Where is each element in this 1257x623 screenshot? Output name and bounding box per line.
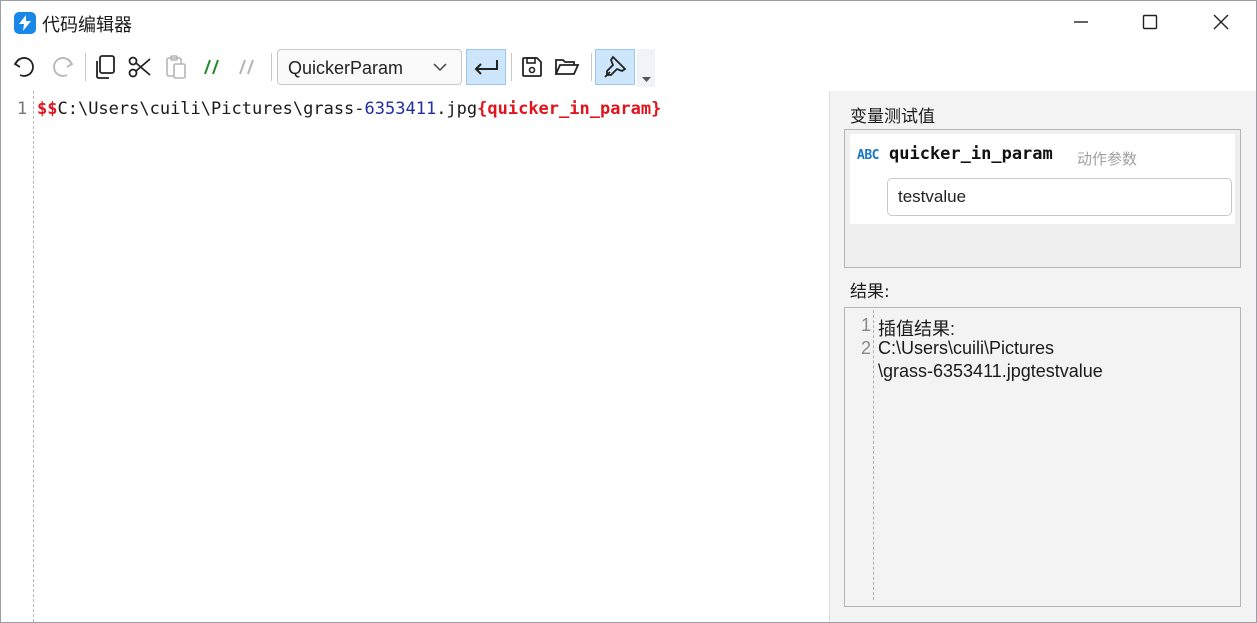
close-icon [1213,14,1229,30]
uncomment-button[interactable] [231,49,265,85]
code-editor[interactable]: 1 $$C:\Users\cuili\Pictures\grass-635341… [1,91,829,622]
save-icon [522,57,542,77]
overflow-chevron-icon [642,77,651,82]
code-number: 6353411 [364,99,437,119]
result-line-number: 1 [861,315,872,335]
copy-icon [96,55,115,79]
undo-icon [13,57,34,77]
variables-panel: ABC quicker_in_param 动作参数 testvalue [844,129,1241,268]
toolbar-separator [511,53,512,81]
gutter-divider [33,91,34,622]
title-bar[interactable]: 代码编辑器 [1,1,1256,43]
toolbar: QuickerParam [1,45,1256,89]
code-parameter: {quicker_in_param} [477,99,662,119]
result-line-text: C:\Users\cuili\Pictures [878,338,1055,358]
maximize-icon [1142,14,1158,30]
result-line-number: 2 [861,338,872,358]
window-title: 代码编辑器 [42,15,132,36]
result-gutter-divider [873,310,874,600]
language-select-value: QuickerParam [288,58,404,78]
paste-button[interactable] [159,49,193,85]
toolbar-separator [271,53,272,81]
close-button[interactable] [1198,1,1244,43]
string-type-icon: ABC [857,148,879,163]
redo-icon [53,57,74,77]
variable-value-input[interactable]: testvalue [887,178,1232,216]
line-number: 1 [17,99,28,119]
variable-item: ABC quicker_in_param 动作参数 testvalue [850,134,1235,224]
open-folder-button[interactable] [550,49,584,85]
code-path: C:\Users\cuili\Pictures\grass- [57,99,365,119]
uncomment-icon [239,59,254,75]
app-lightning-icon [14,12,36,34]
result-title: 结果: [850,282,890,302]
minimize-icon [1074,21,1088,23]
variable-name: quicker_in_param [889,144,1053,164]
paste-icon [166,55,186,79]
open-folder-icon [554,59,580,75]
cut-icon [128,56,151,78]
minimize-button[interactable] [1058,1,1104,43]
save-button[interactable] [515,49,549,85]
language-select[interactable]: QuickerParam [277,49,462,85]
variables-title: 变量测试值 [850,107,935,127]
result-line-text: \grass-6353411.jpgtestvalue [878,361,1103,381]
side-panel: 变量测试值 ABC quicker_in_param 动作参数 testvalu… [830,91,1256,622]
code-extension: .jpg [436,99,478,119]
result-panel[interactable]: 1 插值结果: 2 C:\Users\cuili\Pictures \grass… [844,307,1241,607]
cut-button[interactable] [123,49,157,85]
code-editor-window: 代码编辑器 QuickerParam 1 $$C:\Users\cuili\Pi… [0,0,1257,623]
comment-icon [204,59,219,75]
pin-button[interactable] [595,49,635,85]
toolbar-separator [591,53,592,81]
undo-button[interactable] [8,49,42,85]
maximize-button[interactable] [1127,1,1173,43]
pin-icon [604,55,627,78]
redo-button[interactable] [45,49,79,85]
word-wrap-button[interactable] [466,49,506,85]
comment-button[interactable] [196,49,230,85]
code-line[interactable]: $$C:\Users\cuili\Pictures\grass-6353411.… [37,99,661,119]
word-wrap-icon [474,60,498,75]
copy-button[interactable] [88,49,122,85]
variable-description: 动作参数 [1077,150,1138,168]
code-prefix: $$ [37,99,58,119]
toolbar-overflow-button[interactable] [637,49,655,87]
chevron-down-icon [433,63,447,72]
toolbar-separator [85,53,86,81]
